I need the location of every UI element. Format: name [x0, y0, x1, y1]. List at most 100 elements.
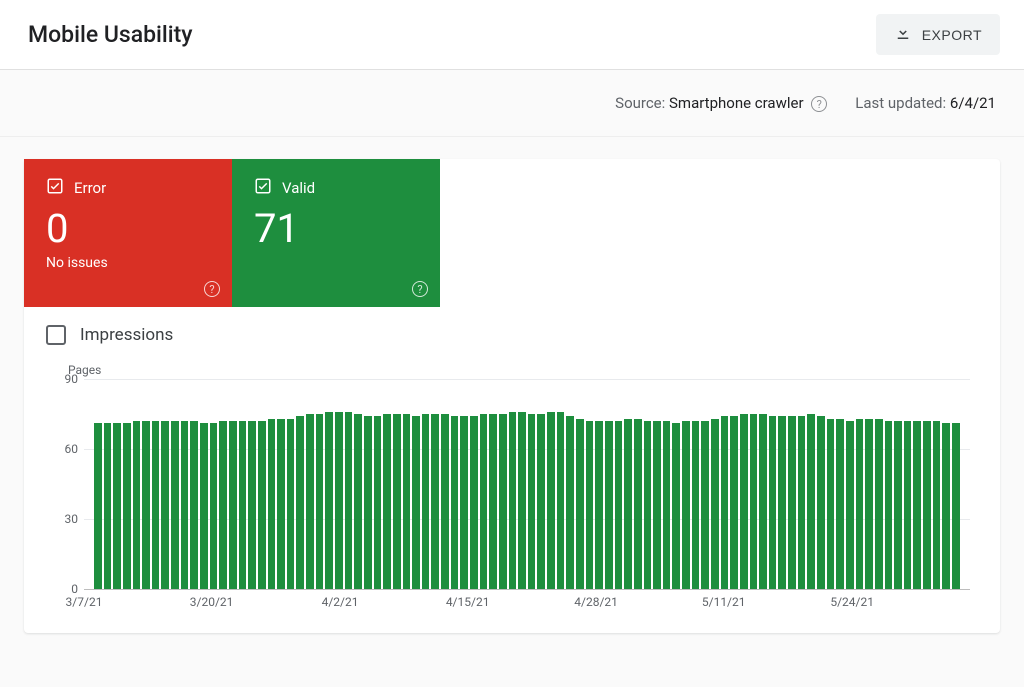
source-value: Smartphone crawler: [669, 94, 804, 112]
help-icon[interactable]: ?: [204, 281, 220, 297]
chart-bar: [518, 412, 526, 589]
chart-bar: [393, 414, 401, 589]
meta-row: Source: Smartphone crawler ? Last update…: [0, 70, 1024, 137]
updated-label: Last updated:: [855, 94, 946, 112]
chart-bar: [923, 421, 931, 589]
chart-bar: [268, 419, 276, 589]
impressions-checkbox[interactable]: [46, 325, 66, 345]
chart-bar: [865, 419, 873, 589]
chart-bar: [682, 421, 690, 589]
chart-bar: [470, 416, 478, 589]
chart-bar: [885, 421, 893, 589]
tile-valid[interactable]: Valid 71 ?: [232, 159, 440, 307]
impressions-row: Impressions: [24, 307, 1000, 355]
chart-bar: [817, 416, 825, 589]
chart-bar: [258, 421, 266, 589]
chart-bar: [952, 423, 960, 589]
export-label: EXPORT: [922, 27, 982, 43]
chart-bar: [161, 421, 169, 589]
chart-y-tick: 90: [54, 372, 78, 386]
chart-bar: [296, 416, 304, 589]
tile-error[interactable]: Error 0 No issues ?: [24, 159, 232, 307]
chart-bar: [634, 419, 642, 589]
chart-bar: [769, 416, 777, 589]
updated-value: 6/4/21: [950, 94, 996, 112]
chart-bar: [566, 416, 574, 589]
chart-bar: [239, 421, 247, 589]
chart-bar: [94, 423, 102, 589]
chart-x-tick: 3/7/21: [66, 595, 103, 609]
chart-bar: [113, 423, 121, 589]
chart-plot-area: 0306090: [84, 379, 970, 589]
chart-bar: [133, 421, 141, 589]
chart-bar: [210, 423, 218, 589]
chart-bar: [846, 421, 854, 589]
chart-bar: [509, 412, 517, 589]
source-block: Source: Smartphone crawler ?: [615, 94, 827, 112]
summary-card: Error 0 No issues ? Valid 71 ? Impressio…: [24, 159, 1000, 633]
chart-bar: [412, 416, 420, 589]
chart-bar: [778, 416, 786, 589]
chart-x-tick: 4/28/21: [574, 595, 618, 609]
chart-bar: [104, 423, 112, 589]
help-icon[interactable]: ?: [811, 96, 827, 112]
chart-bar: [480, 414, 488, 589]
chart-bar: [451, 416, 459, 589]
chart-y-tick: 0: [54, 582, 78, 596]
chart-bar: [181, 421, 189, 589]
tile-valid-label: Valid: [282, 179, 315, 197]
chart-y-tick: 60: [54, 442, 78, 456]
chart-bar: [711, 419, 719, 589]
chart-x-tick: 5/11/21: [702, 595, 746, 609]
chart-bar: [335, 412, 343, 589]
chart-bar: [740, 414, 748, 589]
chart-bar: [229, 421, 237, 589]
chart-bar: [152, 421, 160, 589]
source-label: Source:: [615, 94, 665, 112]
chart-bar: [894, 421, 902, 589]
export-button[interactable]: EXPORT: [876, 14, 1000, 55]
checkbox-checked-icon: [254, 177, 272, 199]
chart-gridline: [84, 589, 970, 590]
chart-bar: [374, 416, 382, 589]
chart-bar: [547, 412, 555, 589]
chart-bar: [692, 421, 700, 589]
header-bar: Mobile Usability EXPORT: [0, 0, 1024, 70]
chart-bar: [248, 421, 256, 589]
tile-error-count: 0: [46, 207, 214, 251]
chart-bar: [354, 414, 362, 589]
chart-bar: [807, 414, 815, 589]
chart-bar: [171, 421, 179, 589]
chart-bar: [788, 416, 796, 589]
chart-bar: [856, 419, 864, 589]
chart-bar: [836, 419, 844, 589]
chart-bar: [942, 423, 950, 589]
chart-bar: [586, 421, 594, 589]
chart-bar: [431, 414, 439, 589]
chart-bars: [84, 379, 970, 589]
chart-bar: [557, 412, 565, 589]
page-title: Mobile Usability: [28, 21, 193, 48]
chart-x-tick: 3/20/21: [190, 595, 234, 609]
chart-bar: [721, 416, 729, 589]
impressions-label: Impressions: [80, 325, 173, 345]
chart-bar: [537, 414, 545, 589]
chart-bar: [624, 419, 632, 589]
chart-bar: [653, 421, 661, 589]
chart-bar: [663, 421, 671, 589]
help-icon[interactable]: ?: [412, 281, 428, 297]
tile-error-sub: No issues: [46, 255, 214, 271]
chart-bar: [528, 414, 536, 589]
chart-bar: [605, 421, 613, 589]
chart-bar: [672, 423, 680, 589]
chart-bar: [306, 414, 314, 589]
chart-bar: [644, 421, 652, 589]
chart-bar: [460, 416, 468, 589]
chart-bar: [383, 414, 391, 589]
chart-bar: [750, 414, 758, 589]
chart-y-tick: 30: [54, 512, 78, 526]
chart-bar: [701, 421, 709, 589]
chart-bar: [576, 419, 584, 589]
chart-bar: [875, 419, 883, 589]
chart-bar: [345, 412, 353, 589]
